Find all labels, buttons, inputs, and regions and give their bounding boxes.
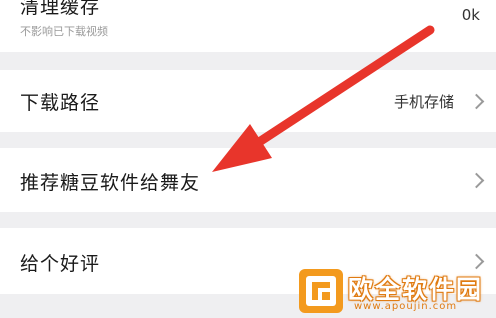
download-path-value: 手机存储 xyxy=(393,93,454,111)
watermark: 欧全软件园 www.apoujin.com xyxy=(298,268,494,316)
watermark-url: www.apoujin.com xyxy=(354,301,458,312)
chevron-right-icon xyxy=(468,93,485,110)
clear-cache-label: 清理缓存 xyxy=(20,0,101,18)
clear-cache-row[interactable]: 清理缓存 不影响已下载视频 0k xyxy=(0,0,496,52)
rate-app-label: 给个好评 xyxy=(20,253,101,275)
cache-size-value: 0k xyxy=(461,6,480,24)
recommend-app-label: 推荐糖豆软件给舞友 xyxy=(20,172,201,194)
download-path-row[interactable]: 下载路径 手机存储 xyxy=(0,70,496,132)
recommend-app-row[interactable]: 推荐糖豆软件给舞友 xyxy=(0,148,496,212)
watermark-logo-icon xyxy=(299,269,343,313)
chevron-right-icon xyxy=(468,172,485,189)
chevron-right-icon xyxy=(468,253,485,270)
download-path-label: 下载路径 xyxy=(20,92,101,114)
clear-cache-subtitle: 不影响已下载视频 xyxy=(20,25,108,38)
